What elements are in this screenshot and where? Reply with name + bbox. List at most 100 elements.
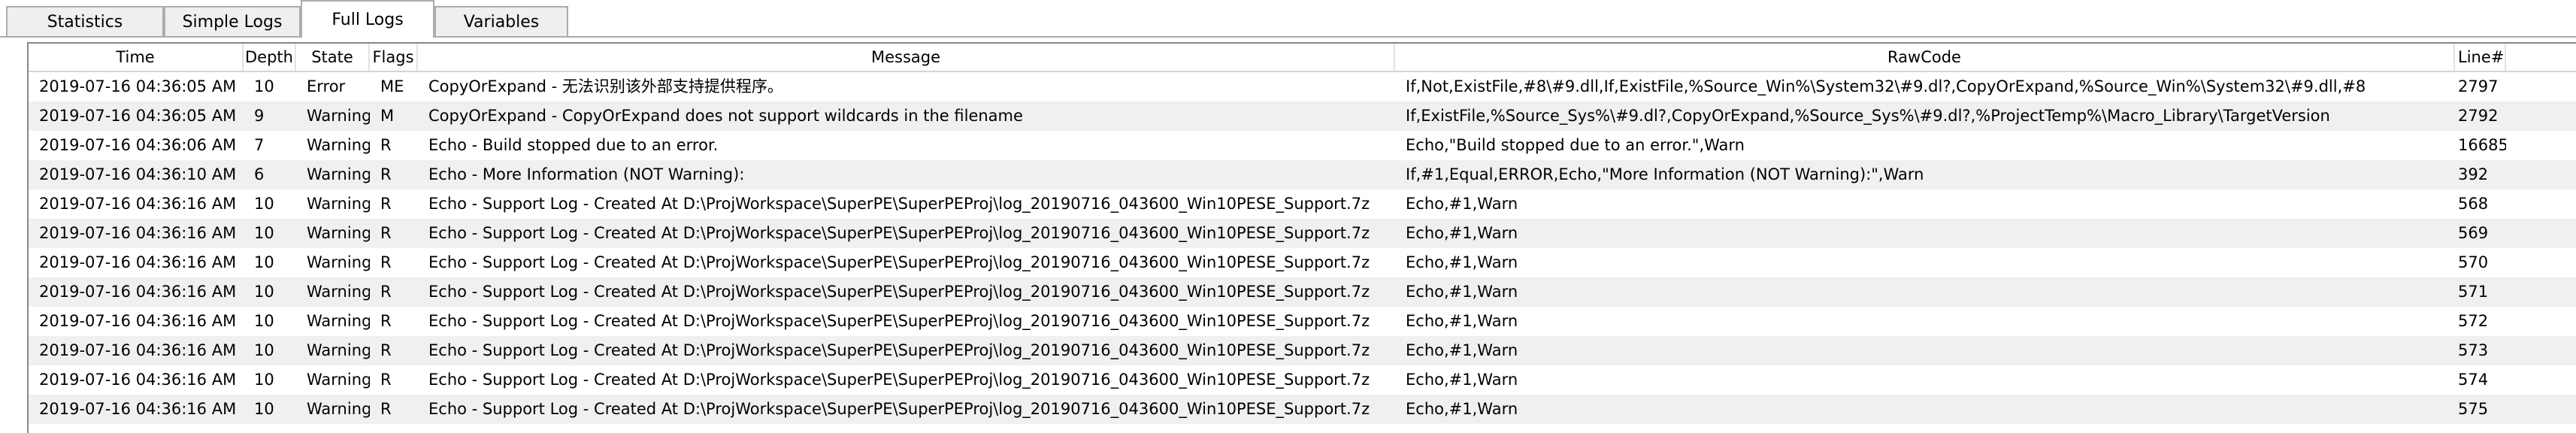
cell-state: Warning	[307, 253, 370, 271]
cell-flags: R	[380, 312, 392, 330]
cell-message: Echo - Support Log - Created At D:\ProjW…	[428, 283, 1370, 301]
tab-simple-logs[interactable]: Simple Logs	[164, 6, 301, 36]
cell-state: Warning	[307, 341, 370, 359]
cell-line: 573	[2458, 341, 2489, 359]
column-header-state[interactable]: State	[296, 44, 370, 71]
cell-rawcode: Echo,#1,Warn	[1406, 224, 1518, 242]
cell-time: 2019-07-16 04:36:16 AM	[39, 253, 237, 271]
cell-line: 569	[2458, 224, 2489, 242]
cell-rawcode: Echo,"Build stopped due to an error.",Wa…	[1406, 136, 1745, 154]
cell-line: 571	[2458, 283, 2489, 301]
cell-flags: R	[380, 253, 392, 271]
cell-line: 574	[2458, 371, 2489, 389]
table-row[interactable]: 2019-07-16 04:36:16 AM 10 Warning R Echo - S…	[29, 307, 2576, 336]
cell-rawcode: If,Not,ExistFile,#8\#9.dll,If,ExistFile,…	[1406, 77, 2366, 95]
column-header-filler	[2506, 44, 2576, 71]
table-row[interactable]: 2019-07-16 04:36:10 AM 6 Warning R Echo - Mo…	[29, 160, 2576, 189]
cell-state: Warning	[307, 136, 370, 154]
cell-state: Warning	[307, 371, 370, 389]
cell-state: Warning	[307, 224, 370, 242]
column-header-message[interactable]: Message	[418, 44, 1395, 71]
cell-line: 572	[2458, 312, 2489, 330]
cell-flags: R	[380, 195, 392, 213]
cell-message: CopyOrExpand - CopyOrExpand does not sup…	[428, 107, 1023, 125]
cell-depth: 6	[254, 165, 265, 183]
cell-time: 2019-07-16 04:36:16 AM	[39, 371, 237, 389]
cell-state: Warning	[307, 283, 370, 301]
column-header-time[interactable]: Time	[29, 44, 244, 71]
cell-message: Echo - Support Log - Created At D:\ProjW…	[428, 195, 1370, 213]
table-row[interactable]: 2019-07-16 04:36:16 AM 10 Warning R Echo - S…	[29, 395, 2576, 424]
cell-time: 2019-07-16 04:36:10 AM	[39, 165, 237, 183]
table-row[interactable]: 2019-07-16 04:36:16 AM 10 Warning R Echo - S…	[29, 365, 2576, 395]
cell-rawcode: Echo,#1,Warn	[1406, 400, 1518, 418]
cell-line: 2792	[2458, 107, 2499, 125]
cell-state: Warning	[307, 165, 370, 183]
log-viewer: Statistics Simple Logs Full Logs Variabl…	[0, 0, 2576, 433]
full-logs-grid[interactable]: Time Depth State Flags Message RawCode L…	[27, 42, 2576, 433]
cell-state: Warning	[307, 195, 370, 213]
cell-line: 16685	[2458, 136, 2506, 154]
cell-rawcode: Echo,#1,Warn	[1406, 283, 1518, 301]
cell-flags: R	[380, 341, 392, 359]
cell-time: 2019-07-16 04:36:16 AM	[39, 283, 237, 301]
cell-flags: R	[380, 371, 392, 389]
column-header-line[interactable]: Line#	[2455, 44, 2506, 71]
cell-state: Warning	[307, 312, 370, 330]
cell-time: 2019-07-16 04:36:05 AM	[39, 77, 237, 95]
cell-rawcode: If,ExistFile,%Source_Sys%\#9.dl?,CopyOrE…	[1406, 107, 2330, 125]
cell-time: 2019-07-16 04:36:16 AM	[39, 341, 237, 359]
table-row[interactable]: 2019-07-16 04:36:05 AM 9 Warning M CopyOrExp…	[29, 101, 2576, 131]
column-header-flags[interactable]: Flags	[370, 44, 418, 71]
cell-flags: ME	[380, 77, 404, 95]
cell-time: 2019-07-16 04:36:05 AM	[39, 107, 237, 125]
cell-time: 2019-07-16 04:36:16 AM	[39, 312, 237, 330]
tab-full-logs[interactable]: Full Logs	[301, 0, 434, 38]
table-row[interactable]: 2019-07-16 04:36:16 AM 10 Warning R Echo - S…	[29, 219, 2576, 248]
cell-state: Warning	[307, 400, 370, 418]
cell-flags: R	[380, 283, 392, 301]
cell-line: 575	[2458, 400, 2489, 418]
cell-rawcode: Echo,#1,Warn	[1406, 341, 1518, 359]
cell-flags: M	[380, 107, 395, 125]
cell-flags: R	[380, 224, 392, 242]
table-row[interactable]: 2019-07-16 04:36:06 AM 7 Warning R Echo - Bu…	[29, 131, 2576, 160]
cell-depth: 9	[254, 107, 265, 125]
tab-variables[interactable]: Variables	[434, 6, 568, 36]
cell-line: 568	[2458, 195, 2489, 213]
table-row[interactable]: 2019-07-16 04:36:16 AM 10 Warning R Echo - S…	[29, 189, 2576, 219]
cell-depth: 10	[254, 312, 274, 330]
cell-state: Warning	[307, 107, 370, 125]
cell-state: Error	[307, 77, 346, 95]
table-row[interactable]: 2019-07-16 04:36:16 AM 10 Warning R Echo - S…	[29, 277, 2576, 307]
tab-content-full-logs: Time Depth State Flags Message RawCode L…	[0, 36, 2576, 433]
cell-time: 2019-07-16 04:36:06 AM	[39, 136, 237, 154]
cell-rawcode: Echo,#1,Warn	[1406, 371, 1518, 389]
cell-time: 2019-07-16 04:36:16 AM	[39, 195, 237, 213]
cell-message: Echo - Support Log - Created At D:\ProjW…	[428, 371, 1370, 389]
table-row[interactable]: 2019-07-16 04:36:05 AM 10 Error ME CopyOrExp…	[29, 72, 2576, 101]
cell-rawcode: Echo,#1,Warn	[1406, 195, 1518, 213]
cell-message: Echo - Build stopped due to an error.	[428, 136, 719, 154]
cell-flags: R	[380, 165, 392, 183]
cell-depth: 7	[254, 136, 265, 154]
cell-depth: 10	[254, 400, 274, 418]
table-row[interactable]: 2019-07-16 04:36:16 AM 10 Warning R Echo - S…	[29, 248, 2576, 277]
cell-line: 570	[2458, 253, 2489, 271]
tab-statistics[interactable]: Statistics	[6, 6, 164, 36]
cell-line: 392	[2458, 165, 2489, 183]
cell-depth: 10	[254, 371, 274, 389]
cell-rawcode: If,#1,Equal,ERROR,Echo,"More Information…	[1406, 165, 1924, 183]
cell-depth: 10	[254, 253, 274, 271]
table-row[interactable]: 2019-07-16 04:36:16 AM 10 Warning R Echo - S…	[29, 336, 2576, 365]
column-header-rawcode[interactable]: RawCode	[1395, 44, 2455, 71]
cell-flags: R	[380, 400, 392, 418]
cell-line: 2797	[2458, 77, 2499, 95]
cell-depth: 10	[254, 224, 274, 242]
tab-strip: Statistics Simple Logs Full Logs Variabl…	[0, 0, 2576, 38]
cell-message: Echo - Support Log - Created At D:\ProjW…	[428, 341, 1370, 359]
cell-time: 2019-07-16 04:36:16 AM	[39, 224, 237, 242]
column-header-depth[interactable]: Depth	[244, 44, 296, 71]
cell-depth: 10	[254, 341, 274, 359]
cell-rawcode: Echo,#1,Warn	[1406, 312, 1518, 330]
